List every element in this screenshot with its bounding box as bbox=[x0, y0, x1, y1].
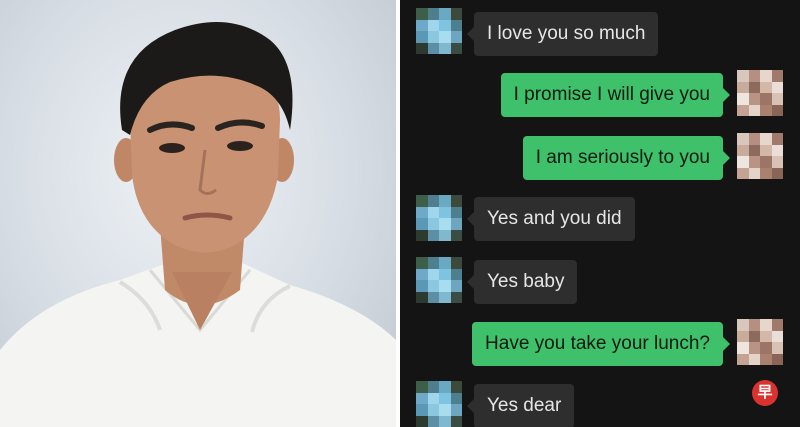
blurred-contact-avatar-icon[interactable] bbox=[416, 8, 462, 54]
portrait-illustration bbox=[0, 22, 396, 427]
message-bubble-outgoing[interactable]: Have you take your lunch? bbox=[472, 322, 730, 366]
message-bubble-incoming[interactable]: I love you so much bbox=[466, 12, 659, 56]
blurred-contact-avatar-icon[interactable] bbox=[416, 257, 462, 303]
portrait-photo bbox=[0, 0, 396, 427]
message-text: I promise I will give you bbox=[513, 84, 710, 105]
chat-panel: I love you so much I promise I will give… bbox=[400, 0, 800, 427]
blurred-self-avatar-icon[interactable] bbox=[737, 70, 783, 116]
message-text: Have you take your lunch? bbox=[485, 333, 710, 354]
message-text: Yes and you did bbox=[487, 208, 622, 229]
message-bubble-outgoing[interactable]: I promise I will give you bbox=[500, 73, 731, 117]
message-bubble-incoming[interactable]: Yes and you did bbox=[467, 197, 635, 241]
message-text: Yes dear bbox=[487, 395, 562, 416]
message-text: Yes baby bbox=[487, 271, 565, 292]
message-text: I love you so much bbox=[487, 23, 646, 44]
blurred-contact-avatar-icon[interactable] bbox=[416, 381, 462, 427]
blurred-self-avatar-icon[interactable] bbox=[737, 133, 783, 179]
publisher-watermark-logo: 早 bbox=[752, 380, 778, 406]
blurred-contact-avatar-icon[interactable] bbox=[416, 195, 462, 241]
blurred-self-avatar-icon[interactable] bbox=[737, 319, 783, 365]
message-bubble-incoming[interactable]: Yes baby bbox=[466, 260, 578, 304]
message-bubble-incoming[interactable]: Yes dear bbox=[466, 384, 575, 427]
message-bubble-outgoing[interactable]: I am seriously to you bbox=[522, 136, 731, 180]
message-text: I am seriously to you bbox=[535, 147, 710, 168]
